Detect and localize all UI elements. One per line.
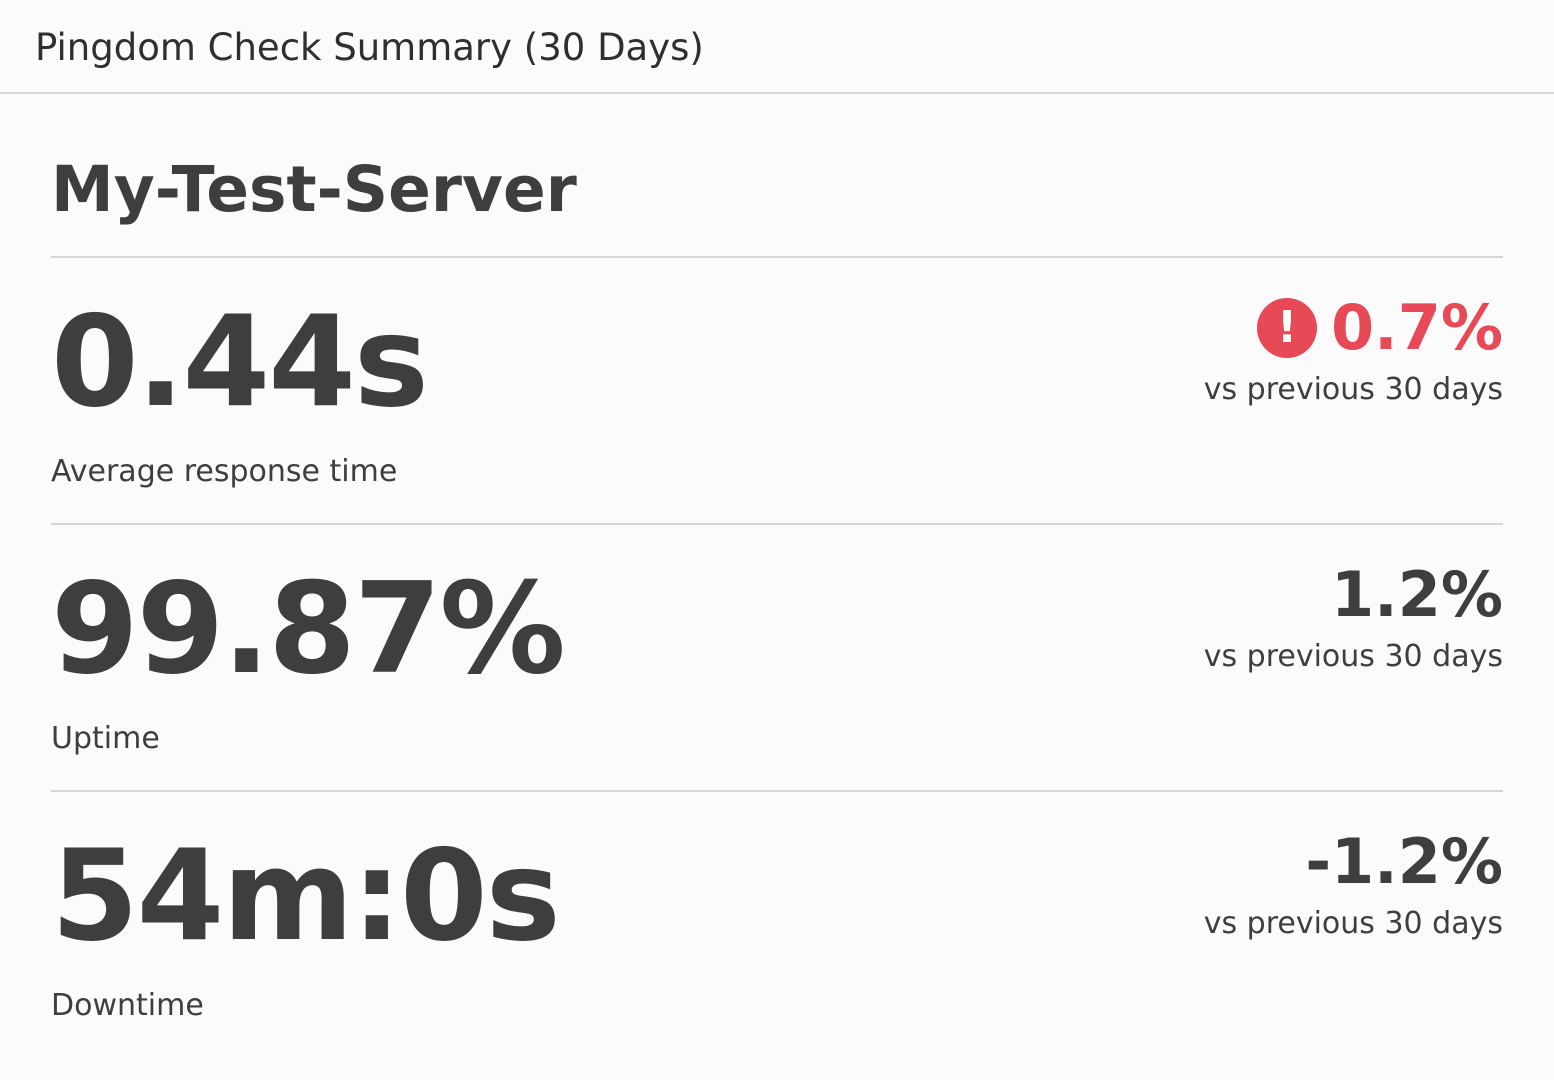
metric-downtime: 54m:0s Downtime -1.2% vs previous 30 day… bbox=[51, 792, 1503, 1058]
exclamation-circle-icon: ! bbox=[1257, 298, 1318, 358]
metric-change: ! 0.7% bbox=[1257, 292, 1503, 364]
change-value: 0.7% bbox=[1331, 291, 1503, 364]
metric-uptime: 99.87% Uptime 1.2% vs previous 30 days bbox=[51, 525, 1503, 791]
metric-label: Average response time bbox=[51, 454, 398, 489]
metric-label: Downtime bbox=[51, 988, 204, 1023]
metric-value: 0.44s bbox=[51, 288, 429, 435]
change-value: 1.2% bbox=[1331, 558, 1503, 631]
change-caption: vs previous 30 days bbox=[1203, 639, 1503, 674]
change-caption: vs previous 30 days bbox=[1203, 906, 1503, 941]
widget-title: Pingdom Check Summary (30 Days) bbox=[35, 26, 704, 69]
change-value: -1.2% bbox=[1305, 825, 1503, 898]
metric-value: 99.87% bbox=[51, 555, 566, 702]
metric-change: 1.2% bbox=[1331, 559, 1503, 631]
server-name: My-Test-Server bbox=[51, 153, 577, 226]
metric-change: -1.2% bbox=[1305, 826, 1503, 898]
metric-label: Uptime bbox=[51, 721, 160, 756]
metric-value: 54m:0s bbox=[51, 822, 561, 969]
metric-average-response-time: 0.44s Average response time ! 0.7% vs pr… bbox=[51, 258, 1503, 524]
widget-header: Pingdom Check Summary (30 Days) bbox=[0, 0, 1554, 94]
change-caption: vs previous 30 days bbox=[1203, 372, 1503, 407]
